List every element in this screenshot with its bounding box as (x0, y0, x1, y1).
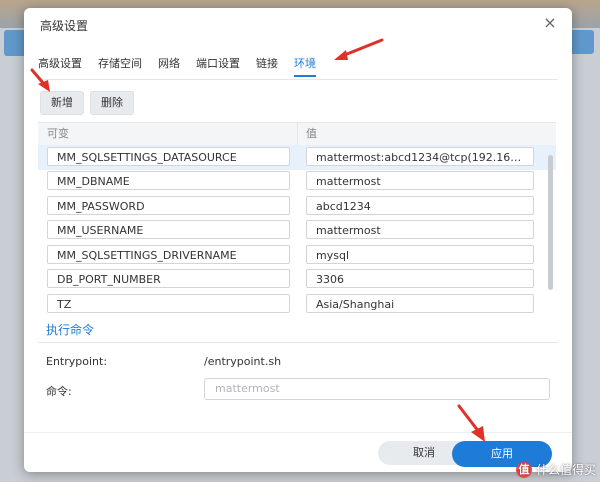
column-header-value[interactable]: 值 (306, 123, 317, 145)
watermark-logo-icon: 值 (515, 461, 532, 478)
variable-value-field[interactable]: mattermost (306, 220, 534, 239)
variable-name-field[interactable]: MM_PASSWORD (47, 196, 290, 215)
variable-value-field[interactable]: abcd1234 (306, 196, 534, 215)
column-header-variable[interactable]: 可变 (47, 123, 69, 145)
annotation-arrow-icon (334, 38, 384, 60)
exec-command-section-title: 执行命令 (46, 323, 95, 337)
table-row[interactable]: MM_SQLSETTINGS_DATASOURCE mattermost:abc… (38, 145, 556, 170)
entrypoint-value: /entrypoint.sh (204, 355, 282, 368)
tab-network[interactable]: 网络 (158, 55, 180, 77)
tab-divider (38, 79, 558, 80)
watermark: 值 什么值得买 (515, 461, 596, 478)
table-row[interactable]: DB_PORT_NUMBER 3306 (38, 267, 556, 292)
background-button-right (570, 30, 594, 54)
add-button[interactable]: 新增 (40, 91, 84, 115)
variable-value-field[interactable]: mattermost:abcd1234@tcp(192.16… (306, 147, 534, 166)
env-table-header: 可变 值 (38, 122, 556, 146)
tab-links[interactable]: 链接 (256, 55, 278, 77)
entrypoint-label: Entrypoint: (46, 355, 108, 368)
column-divider (297, 123, 298, 145)
command-input[interactable]: mattermost (204, 378, 550, 400)
table-row[interactable]: TZ Asia/Shanghai (38, 292, 556, 315)
variable-name-field[interactable]: TZ (47, 294, 290, 313)
scrollbar-thumb[interactable] (548, 155, 553, 290)
tab-environment[interactable]: 环境 (294, 55, 316, 77)
variable-name-field[interactable]: DB_PORT_NUMBER (47, 269, 290, 288)
env-table-body: MM_SQLSETTINGS_DATASOURCE mattermost:abc… (38, 145, 556, 315)
annotation-arrow-icon (30, 68, 50, 92)
variable-value-field[interactable]: mattermost (306, 171, 534, 190)
command-label: 命令: (46, 385, 72, 398)
variable-name-field[interactable]: MM_SQLSETTINGS_DATASOURCE (47, 147, 290, 166)
delete-button[interactable]: 删除 (90, 91, 134, 115)
variable-name-field[interactable]: MM_SQLSETTINGS_DRIVERNAME (47, 245, 290, 264)
close-icon: × (543, 13, 557, 32)
variable-value-field[interactable]: Asia/Shanghai (306, 294, 534, 313)
watermark-text: 什么值得买 (535, 463, 596, 477)
table-row[interactable]: MM_PASSWORD abcd1234 (38, 194, 556, 219)
tab-bar: 高级设置 存储空间 网络 端口设置 链接 环境 (38, 55, 332, 77)
variable-value-field[interactable]: mysql (306, 245, 534, 264)
annotation-arrow-icon (457, 404, 485, 442)
section-divider (38, 342, 558, 343)
variable-name-field[interactable]: MM_DBNAME (47, 171, 290, 190)
tab-storage[interactable]: 存储空间 (98, 55, 142, 77)
variable-value-field[interactable]: 3306 (306, 269, 534, 288)
tab-port-settings[interactable]: 端口设置 (196, 55, 240, 77)
close-button[interactable]: × (542, 15, 558, 31)
table-scrollbar[interactable] (546, 145, 554, 315)
variable-name-field[interactable]: MM_USERNAME (47, 220, 290, 239)
dialog-title: 高级设置 (40, 19, 89, 33)
table-row[interactable]: MM_DBNAME mattermost (38, 169, 556, 194)
table-row[interactable]: MM_SQLSETTINGS_DRIVERNAME mysql (38, 243, 556, 268)
table-row[interactable]: MM_USERNAME mattermost (38, 218, 556, 243)
